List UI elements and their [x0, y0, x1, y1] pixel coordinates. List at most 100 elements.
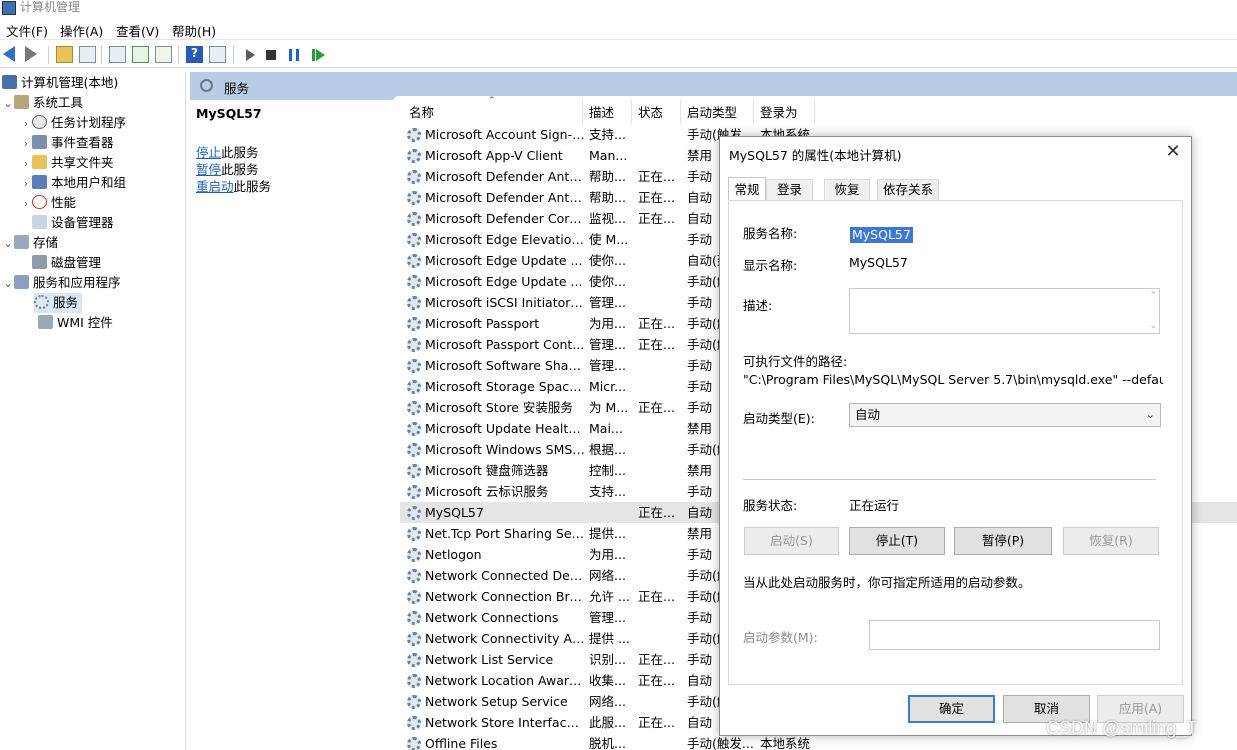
tree-event-viewer[interactable]: › 事件查看器	[20, 133, 114, 153]
ok-button[interactable]: 确定	[908, 695, 995, 723]
description-field[interactable]: ⌃ ⌄	[849, 288, 1160, 334]
description-label: 描述:	[743, 298, 773, 313]
tree-device-manager[interactable]: 设备管理器	[32, 213, 114, 233]
service-name-cell: Microsoft iSCSI Initiator ...	[425, 295, 585, 310]
chevron-down-icon[interactable]: ⌄	[2, 94, 14, 114]
help-icon[interactable]: ?	[186, 46, 203, 63]
service-name-value[interactable]: MySQL57	[850, 227, 913, 243]
performance-icon	[32, 195, 47, 209]
tree-system-tools[interactable]: ⌄ 系统工具	[2, 93, 83, 113]
back-icon[interactable]	[3, 46, 15, 62]
menu-help[interactable]: 帮助(H)	[172, 21, 216, 40]
stop-button[interactable]: 停止(T)	[849, 527, 945, 555]
tree-services[interactable]: 服务	[34, 293, 83, 313]
restart-service-action: 重启动此服务	[196, 176, 271, 195]
gear-icon	[407, 338, 421, 352]
service-description-cell: 帮助...	[589, 169, 626, 184]
gear-icon	[407, 317, 421, 331]
tree-performance[interactable]: › 性能	[20, 193, 76, 213]
chevron-down-icon[interactable]: ⌄	[2, 234, 14, 254]
resume-button[interactable]: 恢复(R)	[1063, 527, 1159, 555]
service-name-cell: Network Store Interface ...	[425, 715, 585, 730]
column-separator[interactable]	[753, 100, 754, 124]
startup-params-input[interactable]	[869, 620, 1160, 650]
display-name-value[interactable]: MySQL57	[849, 255, 908, 270]
chevron-right-icon[interactable]: ›	[20, 174, 32, 194]
start-button[interactable]: 启动(S)	[744, 527, 839, 555]
startup-type-value: 自动	[855, 407, 881, 422]
tree-label: 服务和应用程序	[33, 275, 121, 290]
column-header-status[interactable]: 状态	[638, 102, 663, 124]
gear-icon	[407, 275, 421, 289]
chevron-right-icon[interactable]: ›	[20, 134, 32, 154]
column-header-name[interactable]: 名称	[409, 102, 434, 124]
tree-disk-management[interactable]: 磁盘管理	[32, 253, 101, 273]
tree-local-users[interactable]: › 本地用户和组	[20, 173, 126, 193]
menu-view[interactable]: 查看(V)	[116, 21, 159, 40]
view-icon[interactable]	[209, 46, 226, 63]
service-description-cell: 管理...	[589, 337, 626, 352]
pause-service-link[interactable]: 暂停	[196, 162, 221, 177]
general-tab-page: 服务名称: MySQL57 显示名称: MySQL57 描述: ⌃ ⌄ 可执行文…	[728, 200, 1183, 685]
chevron-down-icon[interactable]: ⌄	[2, 274, 14, 294]
tab-logon[interactable]: 登录	[766, 179, 813, 201]
menu-action[interactable]: 操作(A)	[60, 21, 103, 40]
export-list-icon[interactable]	[155, 46, 172, 63]
restart-service-link[interactable]: 重启动	[196, 179, 234, 194]
tree-services-apps[interactable]: ⌄ 服务和应用程序	[2, 273, 121, 293]
service-status-value: 正在运行	[849, 498, 900, 513]
executable-path-value[interactable]: "C:\Program Files\MySQL\MySQL Server 5.7…	[743, 372, 1163, 387]
tree-task-scheduler[interactable]: › 任务计划程序	[20, 113, 126, 133]
service-name-cell: Microsoft Update Health...	[425, 421, 585, 436]
gear-icon	[407, 737, 421, 750]
menu-file[interactable]: 文件(F)	[6, 21, 48, 40]
tree-label: 本地用户和组	[51, 175, 127, 190]
forward-icon[interactable]	[25, 46, 37, 62]
service-status-cell: 正在...	[638, 400, 675, 415]
tab-dependencies[interactable]: 依存关系	[877, 179, 939, 201]
display-name-label: 显示名称:	[743, 258, 798, 273]
properties-icon[interactable]	[109, 46, 126, 63]
tree-wmi[interactable]: WMI 控件	[38, 313, 113, 333]
column-separator[interactable]	[814, 100, 815, 124]
stop-service-icon[interactable]	[266, 50, 276, 60]
column-header-description[interactable]: 描述	[589, 102, 614, 124]
column-separator[interactable]	[631, 100, 632, 124]
service-name-cell: Microsoft Software Shad...	[425, 358, 585, 373]
properties-dialog: MySQL57 的属性(本地计算机) ✕ 常规 登录 恢复 依存关系 服务名称:…	[719, 136, 1192, 736]
tree-shared-folders[interactable]: › 共享文件夹	[20, 153, 114, 173]
startup-type-select[interactable]: 自动 ⌄	[849, 403, 1161, 427]
stop-service-link[interactable]: 停止	[196, 145, 221, 160]
scroll-up-icon[interactable]: ⌃	[1149, 291, 1157, 301]
service-name-label: 服务名称:	[743, 226, 798, 241]
column-separator[interactable]	[582, 100, 583, 124]
tab-general[interactable]: 常规	[728, 177, 766, 200]
tab-recovery[interactable]: 恢复	[824, 179, 870, 201]
column-header-startup-type[interactable]: 启动类型	[687, 102, 737, 124]
service-name-cell: Microsoft 键盘筛选器	[425, 463, 549, 478]
chevron-right-icon[interactable]: ›	[20, 194, 32, 214]
service-description-cell: 收集...	[589, 673, 626, 688]
service-description-cell: 识别...	[589, 652, 626, 667]
tree-root[interactable]: 计算机管理(本地)	[2, 73, 118, 93]
gear-icon	[407, 128, 421, 142]
service-description-cell: 为用...	[589, 547, 626, 562]
start-service-icon[interactable]	[246, 49, 255, 61]
scroll-down-icon[interactable]: ⌄	[1149, 321, 1157, 331]
stop-service-suffix: 此服务	[221, 145, 259, 160]
column-header-logon[interactable]: 登录为	[760, 102, 798, 124]
refresh-icon[interactable]	[132, 46, 149, 63]
pause-service-icon[interactable]	[289, 49, 299, 61]
show-hide-tree-icon[interactable]	[79, 46, 96, 63]
up-folder-icon[interactable]	[56, 46, 73, 63]
chevron-right-icon[interactable]: ›	[20, 114, 32, 134]
restart-service-icon[interactable]	[312, 49, 325, 61]
close-icon[interactable]: ✕	[1163, 141, 1183, 162]
chevron-right-icon[interactable]: ›	[20, 154, 32, 174]
column-separator[interactable]	[680, 100, 681, 124]
tree-storage[interactable]: ⌄ 存储	[2, 233, 58, 253]
service-status-cell: 正在...	[638, 715, 675, 730]
divider	[743, 479, 1156, 480]
pause-button[interactable]: 暂停(P)	[954, 527, 1052, 555]
service-description-cell: 为用...	[589, 316, 626, 331]
